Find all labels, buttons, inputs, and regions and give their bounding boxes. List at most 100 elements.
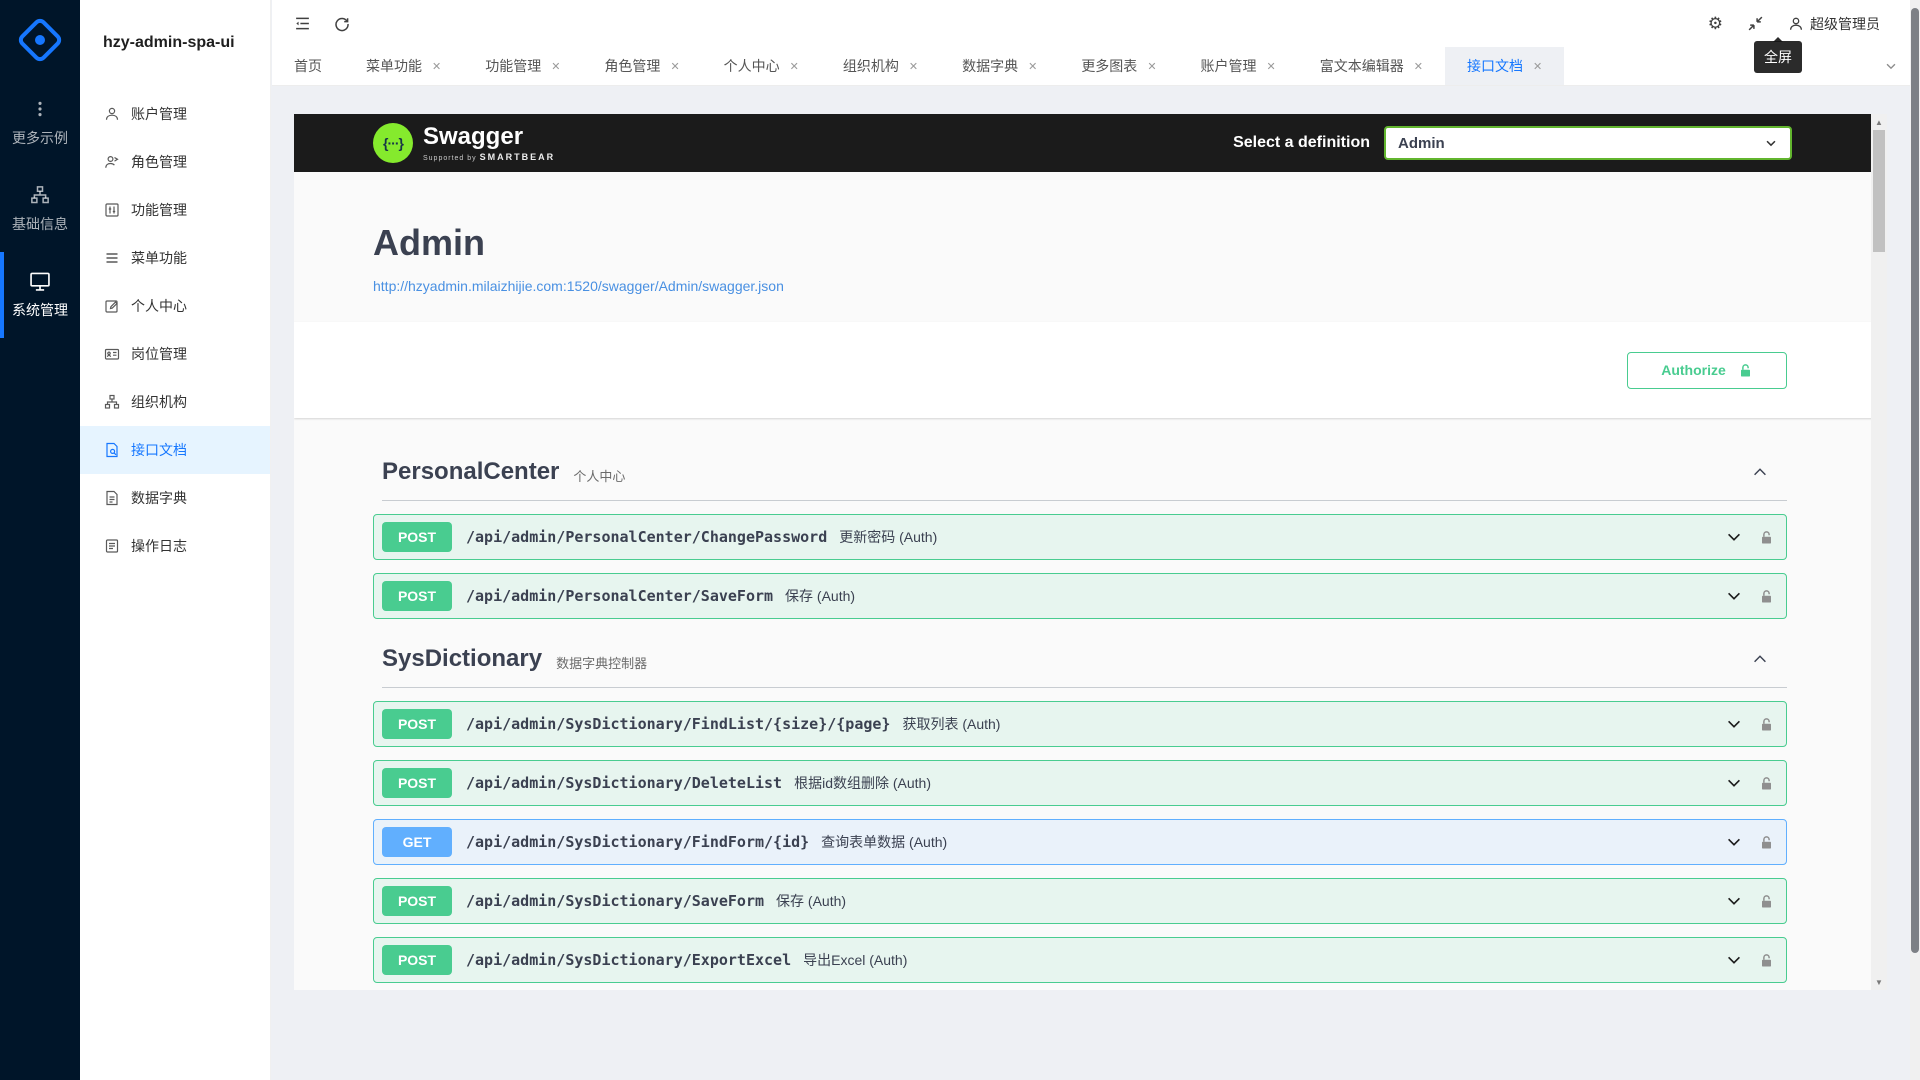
close-icon[interactable]: ✕ — [1414, 60, 1423, 73]
endpoint-path: /api/admin/SysDictionary/DeleteList — [466, 774, 782, 792]
endpoint-row[interactable]: POST /api/admin/SysDictionary/SaveForm 保… — [373, 878, 1787, 924]
tab-label: 功能管理 — [485, 56, 541, 76]
sidebar-item-accounts[interactable]: 账户管理 — [80, 90, 270, 138]
page-scrollbar[interactable] — [1910, 0, 1920, 1080]
section-header-sysdictionary[interactable]: SysDictionary 数据字典控制器 — [382, 645, 1787, 688]
swagger-scrollbar[interactable]: ▲ ▼ — [1871, 114, 1887, 990]
toolbar-right-group: ⚙ 超级管理员 — [1708, 14, 1904, 34]
endpoint-row[interactable]: POST /api/admin/SysDictionary/DeleteList… — [373, 760, 1787, 806]
user-menu[interactable]: 超级管理员 — [1788, 14, 1880, 34]
endpoint-summary: 保存 (Auth) — [776, 891, 846, 911]
method-badge: POST — [382, 522, 452, 552]
rail-item-system-admin[interactable]: 系统管理 — [0, 252, 80, 338]
close-icon[interactable]: ✕ — [1028, 60, 1037, 73]
menu-fold-icon[interactable] — [288, 10, 316, 38]
sidebar-item-label: 功能管理 — [131, 200, 187, 220]
sidebar-item-api-docs[interactable]: 接口文档 — [80, 426, 270, 474]
endpoint-row[interactable]: POST /api/admin/PersonalCenter/ChangePas… — [373, 514, 1787, 560]
tab-label: 个人中心 — [724, 56, 780, 76]
close-icon[interactable]: ✕ — [1533, 60, 1542, 73]
refresh-icon[interactable] — [328, 10, 356, 38]
sidebar-item-positions[interactable]: 岗位管理 — [80, 330, 270, 378]
sidebar-item-personal-center[interactable]: 个人中心 — [80, 282, 270, 330]
endpoint-row[interactable]: POST /api/admin/PersonalCenter/SaveForm … — [373, 573, 1787, 619]
rail-item-more-examples[interactable]: 更多示例 — [0, 80, 80, 166]
tab-role-admin[interactable]: 角色管理 ✕ — [582, 47, 701, 85]
endpoint-row[interactable]: POST /api/admin/SysDictionary/ExportExce… — [373, 937, 1787, 983]
swagger-info: Admin http://hzyadmin.milaizhijie.com:15… — [294, 172, 1887, 322]
method-badge: POST — [382, 886, 452, 916]
method-badge: POST — [382, 709, 452, 739]
close-icon[interactable]: ✕ — [670, 60, 679, 73]
close-icon[interactable]: ✕ — [1147, 60, 1156, 73]
close-icon[interactable]: ✕ — [1267, 60, 1276, 73]
sidebar-item-label: 个人中心 — [131, 296, 187, 316]
chevron-down-icon — [1725, 587, 1743, 605]
chevron-up-icon — [1751, 463, 1769, 481]
scheme-container: Authorize — [294, 322, 1887, 418]
tab-organization[interactable]: 组织机构✕ — [821, 47, 940, 85]
endpoint-row[interactable]: POST /api/admin/SysDictionary/FindList/{… — [373, 701, 1787, 747]
user-avatar-icon — [1788, 16, 1804, 32]
select-definition-label: Select a definition — [1233, 134, 1370, 152]
close-icon[interactable]: ✕ — [909, 60, 918, 73]
chevron-down-icon — [1725, 715, 1743, 733]
sidebar-item-organization[interactable]: 组织机构 — [80, 378, 270, 426]
sidebar-item-functions[interactable]: 功能管理 — [80, 186, 270, 234]
endpoint-summary: 更新密码 (Auth) — [839, 527, 937, 547]
endpoint-path: /api/admin/SysDictionary/ExportExcel — [466, 951, 791, 969]
tab-label: 角色管理 — [604, 56, 660, 76]
function-icon — [104, 202, 120, 218]
close-icon[interactable]: ✕ — [432, 60, 441, 73]
unlock-icon — [1759, 530, 1774, 545]
endpoint-row[interactable]: GET /api/admin/SysDictionary/FindForm/{i… — [373, 819, 1787, 865]
tab-api-docs[interactable]: 接口文档✕ — [1445, 47, 1564, 85]
method-badge: POST — [382, 768, 452, 798]
sidebar-item-dictionary[interactable]: 数据字典 — [80, 474, 270, 522]
tab-dictionary[interactable]: 数据字典✕ — [940, 47, 1059, 85]
user-icon — [104, 106, 120, 122]
tab-label: 菜单功能 — [366, 56, 422, 76]
definition-select[interactable]: Admin — [1384, 126, 1792, 160]
sidebar-item-operation-logs[interactable]: 操作日志 — [80, 522, 270, 570]
section-header-personalcenter[interactable]: PersonalCenter 个人中心 — [382, 458, 1787, 501]
tab-label: 更多图表 — [1081, 56, 1137, 76]
method-badge: POST — [382, 945, 452, 975]
app-logo[interactable] — [0, 0, 80, 80]
close-icon[interactable]: ✕ — [790, 60, 799, 73]
tab-function-admin[interactable]: 功能管理 ✕ — [463, 47, 582, 85]
scroll-down-icon[interactable]: ▼ — [1871, 974, 1887, 990]
tab-more-charts[interactable]: 更多图表 ✕ — [1059, 47, 1178, 85]
tab-label: 富文本编辑器 — [1320, 56, 1404, 76]
tab-home[interactable]: 首页 — [272, 47, 344, 85]
scrollbar-thumb[interactable] — [1873, 130, 1885, 252]
settings-gear-icon[interactable]: ⚙ — [1708, 15, 1723, 32]
method-badge: POST — [382, 581, 452, 611]
api-spec-url[interactable]: http://hzyadmin.milaizhijie.com:1520/swa… — [373, 278, 1887, 294]
tab-rich-text-editor[interactable]: 富文本编辑器 ✕ — [1298, 47, 1445, 85]
tab-menu-functions[interactable]: 菜单功能 ✕ — [344, 47, 463, 85]
scroll-up-icon[interactable]: ▲ — [1871, 114, 1887, 130]
fullscreen-icon[interactable] — [1747, 15, 1764, 32]
section-name: SysDictionary — [382, 645, 542, 673]
app-title: hzy-admin-spa-ui — [80, 0, 270, 52]
tab-accounts[interactable]: 账户管理✕ — [1179, 47, 1298, 85]
menu-lines-icon — [104, 250, 120, 266]
page-scrollbar-thumb[interactable] — [1911, 8, 1919, 953]
authorize-label: Authorize — [1661, 362, 1726, 378]
role-icon — [104, 154, 120, 170]
close-icon[interactable]: ✕ — [551, 60, 560, 73]
sidebar-item-label: 角色管理 — [131, 152, 187, 172]
definition-selected-value: Admin — [1398, 135, 1445, 152]
sidebar-item-label: 操作日志 — [131, 536, 187, 556]
authorize-button[interactable]: Authorize — [1627, 352, 1787, 389]
rail-item-basic-info[interactable]: 基础信息 — [0, 166, 80, 252]
tab-personal-center[interactable]: 个人中心 ✕ — [702, 47, 821, 85]
swagger-logo: {···} Swagger Supported by SMARTBEAR — [373, 123, 555, 163]
endpoint-summary: 查询表单数据 (Auth) — [821, 832, 947, 852]
rail-item-label: 系统管理 — [12, 300, 68, 320]
sidebar-item-menus[interactable]: 菜单功能 — [80, 234, 270, 282]
id-card-icon — [104, 346, 120, 362]
swagger-container: {···} Swagger Supported by SMARTBEAR Sel… — [294, 114, 1887, 990]
sidebar-item-roles[interactable]: 角色管理 — [80, 138, 270, 186]
